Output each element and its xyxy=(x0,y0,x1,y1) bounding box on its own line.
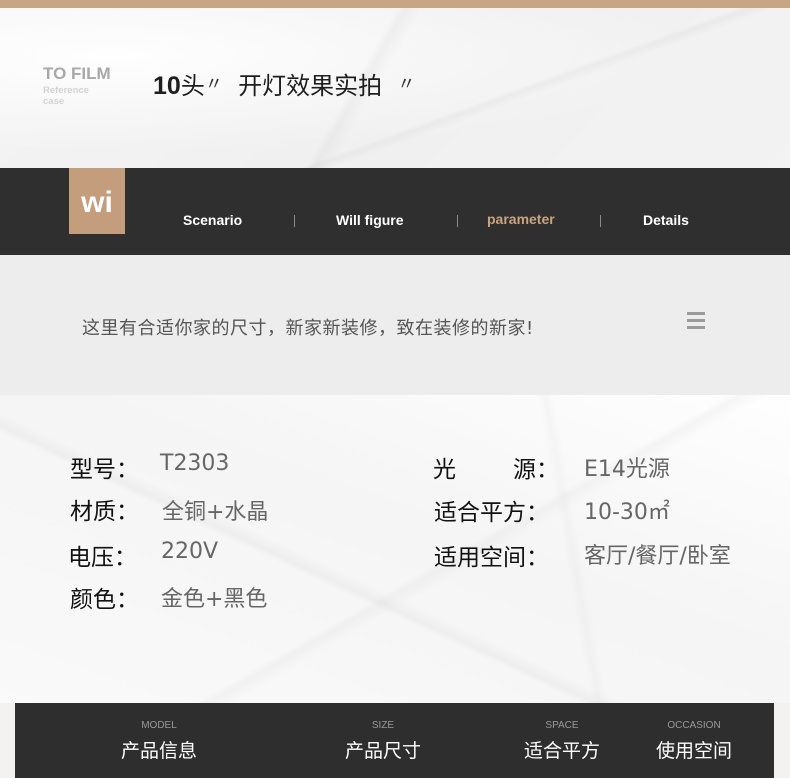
spec-value-color: 金色+黑色 xyxy=(161,587,268,612)
hero-headline: 10头〃 开灯效果实拍 〃 xyxy=(153,66,415,101)
spec-value-area: 10-30㎡ xyxy=(584,500,670,525)
headline-number: 10 xyxy=(153,72,181,100)
footer-tab-cn: 产品信息 xyxy=(120,740,197,762)
spec-label-light-b: 源： xyxy=(513,457,559,483)
footer-tab-en: MODEL xyxy=(141,720,177,731)
headline-unit: 头 xyxy=(180,72,205,100)
nav-separator xyxy=(294,215,295,227)
headline-text: 开灯效果实拍 xyxy=(238,72,383,100)
spec-value-space: 客厅/餐厅/卧室 xyxy=(584,544,731,569)
spec-label-color: 颜色： xyxy=(70,587,139,613)
spec-value-voltage: 220V xyxy=(161,539,219,564)
spec-label-light-a: 光 xyxy=(433,457,456,483)
footer-tab-occasion[interactable]: OCCASION 使用空间 xyxy=(634,703,754,763)
footer-tab-en: OCCASION xyxy=(667,720,721,731)
footer-tab-cn: 使用空间 xyxy=(655,740,732,762)
spec-label-area: 适合平方： xyxy=(434,500,549,526)
intro-text: 这里有合适你家的尺寸，新家新装修，致在装修的新家! xyxy=(82,318,534,339)
top-accent-stripe xyxy=(0,0,790,8)
footer-tab-size[interactable]: SIZE 产品尺寸 xyxy=(323,703,443,763)
spec-value-light: E14光源 xyxy=(584,457,670,482)
footer-tab-en: SIZE xyxy=(371,720,395,731)
footer-tab-en: SPACE xyxy=(545,720,579,731)
footer-tabs: MODEL 产品信息 SIZE 产品尺寸 SPACE 适合平方 OCCASION… xyxy=(15,703,774,778)
navbar: wi Scenario Will figure parameter Detail… xyxy=(0,168,790,255)
nav-item-will-figure[interactable]: Will figure xyxy=(336,212,404,228)
spec-label-model: 型号： xyxy=(70,457,139,483)
nav-item-parameter[interactable]: parameter xyxy=(487,211,555,227)
brand-sub-reference: Reference xyxy=(43,85,89,96)
nav-separator xyxy=(457,215,458,227)
brand-block: TO FILM Reference case xyxy=(43,64,111,106)
spec-value-material: 全铜+水晶 xyxy=(162,500,269,525)
footer-tab-cn: 适合平方 xyxy=(523,740,600,762)
footer-tab-model[interactable]: MODEL 产品信息 xyxy=(99,703,219,763)
hamburger-menu-icon[interactable] xyxy=(687,312,705,329)
footer-tab-cn: 产品尺寸 xyxy=(344,740,421,762)
logo-badge[interactable]: wi xyxy=(69,168,125,234)
spec-value-model: T2303 xyxy=(160,451,230,476)
brand-sub-case: case xyxy=(43,96,65,107)
nav-item-scenario[interactable]: Scenario xyxy=(183,212,242,228)
spec-label-voltage: 电压： xyxy=(68,545,137,571)
spec-label-material: 材质： xyxy=(70,499,139,525)
nav-separator xyxy=(600,215,601,227)
footer-tab-space[interactable]: SPACE 适合平方 xyxy=(502,703,622,763)
nav-item-details[interactable]: Details xyxy=(643,212,689,228)
quote-open-mark: 〃 xyxy=(204,74,223,95)
spec-label-space: 适用空间： xyxy=(434,545,549,571)
brand-title: TO FILM xyxy=(43,64,111,83)
quote-close-mark: 〃 xyxy=(397,74,416,95)
